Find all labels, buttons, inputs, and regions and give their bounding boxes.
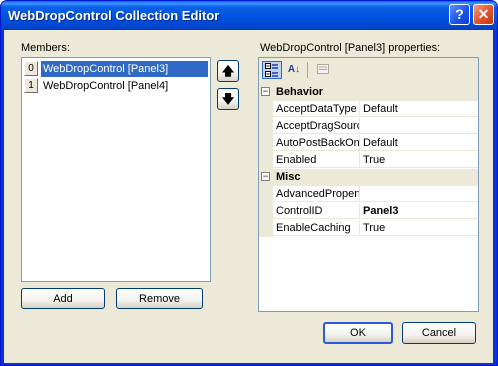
property-grid: A↓ − Behavior AcceptDataType Default Acc… <box>258 57 479 312</box>
property-value[interactable]: Panel3 <box>360 203 478 219</box>
property-value[interactable]: True <box>360 152 478 168</box>
toolbar-separator <box>307 62 308 78</box>
dialog-client-area: Members: 0 WebDropControl [Panel3] 1 Web… <box>4 30 493 363</box>
properties-label: WebDropControl [Panel3] properties: <box>260 42 441 54</box>
property-pages-button[interactable] <box>313 61 333 79</box>
property-value[interactable]: True <box>360 220 478 236</box>
ok-button[interactable]: OK <box>323 322 393 344</box>
property-name: AcceptDataType <box>273 101 360 117</box>
collection-editor-window: WebDropControl Collection Editor ? ✕ Mem… <box>0 0 498 366</box>
property-name: AutoPostBackOnD <box>273 135 360 151</box>
remove-button[interactable]: Remove <box>116 288 203 309</box>
property-row[interactable]: Enabled True <box>259 152 478 169</box>
property-value[interactable] <box>360 118 478 134</box>
arrow-down-icon: 🡇 <box>221 92 235 106</box>
arrow-up-icon: 🡅 <box>221 64 235 78</box>
property-name: EnableCaching <box>273 220 360 236</box>
close-button[interactable]: ✕ <box>473 4 494 25</box>
property-name: AdvancedPropert <box>273 186 360 202</box>
property-grid-body: − Behavior AcceptDataType Default Accept… <box>259 84 478 311</box>
members-label: Members: <box>21 42 70 54</box>
categorized-icon <box>265 63 278 77</box>
close-icon: ✕ <box>477 6 490 22</box>
property-grid-toolbar: A↓ <box>259 58 478 82</box>
property-name: Enabled <box>273 152 360 168</box>
list-item[interactable]: 0 WebDropControl [Panel3] <box>24 61 208 77</box>
property-row[interactable]: AutoPostBackOnD Default <box>259 135 478 152</box>
help-icon: ? <box>455 6 464 22</box>
property-row[interactable]: AdvancedPropert <box>259 186 478 203</box>
move-down-button[interactable]: 🡇 <box>217 88 239 110</box>
categorized-button[interactable] <box>262 61 282 79</box>
window-title: WebDropControl Collection Editor <box>8 8 220 23</box>
cancel-button[interactable]: Cancel <box>402 322 476 344</box>
collapse-icon[interactable]: − <box>261 172 270 181</box>
item-index: 0 <box>24 61 38 76</box>
item-index: 1 <box>24 78 38 93</box>
property-row[interactable]: AcceptDragSourc <box>259 118 478 135</box>
item-label: WebDropControl [Panel4] <box>43 80 169 92</box>
list-item[interactable]: 1 WebDropControl [Panel4] <box>24 78 208 94</box>
property-pages-icon <box>317 64 329 74</box>
property-value[interactable]: Default <box>360 135 478 151</box>
collapse-icon[interactable]: − <box>261 87 270 96</box>
category-label: Misc <box>276 171 301 183</box>
property-name: ControlID <box>273 203 360 219</box>
property-name: AcceptDragSourc <box>273 118 360 134</box>
category-behavior[interactable]: − Behavior <box>259 84 478 101</box>
alphabetical-button[interactable]: A↓ <box>284 61 304 79</box>
members-list[interactable]: 0 WebDropControl [Panel3] 1 WebDropContr… <box>21 57 211 282</box>
add-button[interactable]: Add <box>21 288 105 309</box>
property-value[interactable] <box>360 186 478 202</box>
help-button[interactable]: ? <box>449 4 470 25</box>
move-up-button[interactable]: 🡅 <box>217 60 239 82</box>
property-row[interactable]: AcceptDataType Default <box>259 101 478 118</box>
category-label: Behavior <box>276 86 324 98</box>
category-misc[interactable]: − Misc <box>259 169 478 186</box>
item-label: WebDropControl [Panel3] <box>41 61 208 77</box>
alphabetical-icon: A↓ <box>287 64 301 75</box>
property-row[interactable]: EnableCaching True <box>259 220 478 237</box>
title-bar[interactable]: WebDropControl Collection Editor ? ✕ <box>1 1 497 30</box>
property-row[interactable]: ControlID Panel3 <box>259 203 478 220</box>
property-value[interactable]: Default <box>360 101 478 117</box>
